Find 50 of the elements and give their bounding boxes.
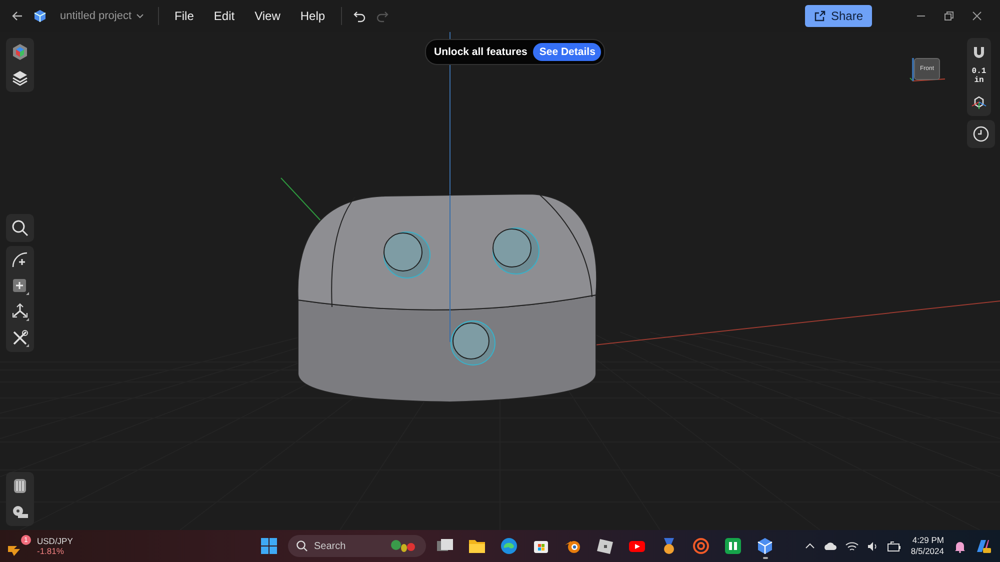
snap-increment-button[interactable]: 0.1 in [972, 68, 986, 86]
app-logo-icon [33, 9, 47, 23]
menu-item[interactable]: Help [292, 5, 334, 27]
y-axis-line [280, 178, 322, 222]
coordinate-system-icon[interactable] [971, 94, 987, 110]
folder-icon [468, 537, 486, 555]
battery-icon[interactable] [886, 540, 901, 552]
move-arrows-icon[interactable] [11, 303, 29, 321]
menu-item[interactable]: Edit [206, 5, 243, 27]
undo-icon[interactable] [353, 10, 366, 22]
target-icon [692, 537, 710, 555]
spreadsheet-icon [724, 537, 742, 555]
share-icon [814, 10, 826, 22]
restore-icon[interactable] [944, 11, 954, 21]
tools-icon[interactable] [11, 329, 29, 347]
bell-icon[interactable] [954, 540, 966, 552]
clock-icon[interactable] [972, 125, 990, 143]
project-name-dropdown[interactable]: untitled project [54, 7, 150, 25]
chevron-up-icon[interactable] [804, 541, 815, 551]
layers-icon[interactable] [11, 69, 29, 87]
ticker-arrow-icon[interactable] [8, 543, 21, 557]
search-field[interactable]: Search [314, 540, 384, 552]
search-bar[interactable]: Search [288, 535, 426, 557]
back-arrow-icon[interactable] [11, 10, 23, 22]
ticker-change: -1.81% [37, 546, 65, 556]
clock[interactable]: 4:29 PM 8/5/2024 [908, 534, 946, 558]
see-details-button[interactable]: See Details [533, 43, 602, 61]
cloud-icon[interactable] [822, 541, 837, 551]
close-icon[interactable] [972, 11, 982, 21]
wifi-icon[interactable] [844, 540, 859, 552]
menu-item[interactable]: File [166, 5, 202, 27]
vegetables-icon [390, 539, 416, 553]
ticker-symbol: USD/JPY [37, 536, 73, 546]
share-button[interactable]: Share [804, 5, 872, 27]
menu-item[interactable]: View [246, 5, 288, 27]
arc-plus-icon[interactable] [11, 251, 29, 269]
cube-logo-icon [756, 537, 774, 555]
search-icon[interactable] [11, 219, 29, 237]
cube-icon [596, 537, 614, 555]
promo-text: Unlock all features [434, 46, 528, 58]
plus-square-icon[interactable] [11, 277, 29, 295]
search-icon [296, 540, 308, 552]
section-view-icon[interactable] [11, 477, 29, 495]
chevron-down-icon [136, 12, 144, 20]
magnet-icon[interactable] [971, 44, 987, 60]
measure-tape-icon[interactable] [11, 503, 29, 521]
windows-logo-icon [260, 537, 278, 555]
color-cube-icon[interactable] [11, 43, 29, 61]
browser-icon [500, 537, 518, 555]
speaker-icon[interactable] [866, 540, 879, 552]
